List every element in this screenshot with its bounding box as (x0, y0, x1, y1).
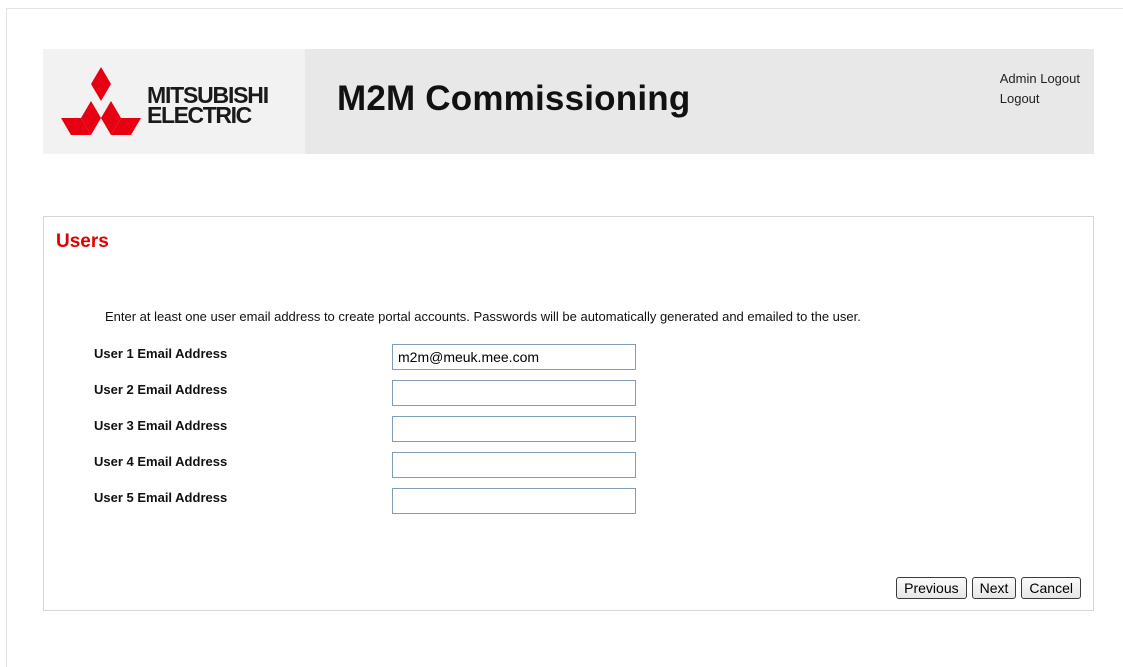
user-3-email-input[interactable] (392, 416, 636, 442)
user-3-label: User 3 Email Address (94, 418, 228, 433)
button-bar: Previous Next Cancel (891, 577, 1081, 599)
next-button[interactable]: Next (971, 577, 1017, 599)
three-diamonds-logo-icon (61, 67, 141, 135)
user-1-row: User 1 Email Address (94, 344, 654, 370)
user-2-label: User 2 Email Address (94, 382, 228, 397)
header-links: Admin Logout Logout (1000, 69, 1080, 109)
user-2-row: User 2 Email Address (94, 380, 654, 406)
user-5-row: User 5 Email Address (94, 488, 654, 514)
user-3-row: User 3 Email Address (94, 416, 654, 442)
company-logo: MITSUBISHI ELECTRIC (43, 49, 305, 154)
logout-link[interactable]: Logout (1000, 89, 1080, 109)
user-4-label: User 4 Email Address (94, 454, 228, 469)
header-banner: MITSUBISHI ELECTRIC M2M Commissioning Ad… (43, 49, 1094, 154)
previous-button[interactable]: Previous (896, 577, 967, 599)
cancel-button[interactable]: Cancel (1021, 577, 1081, 599)
user-1-label: User 1 Email Address (94, 346, 228, 361)
admin-logout-link[interactable]: Admin Logout (1000, 69, 1080, 89)
user-1-email-input[interactable] (392, 344, 636, 370)
user-5-email-input[interactable] (392, 488, 636, 514)
app-title: M2M Commissioning (337, 79, 691, 118)
logo-line-2: ELECTRIC (147, 102, 252, 128)
instructions-text: Enter at least one user email address to… (105, 309, 861, 324)
panel-title: Users (56, 231, 109, 252)
user-5-label: User 5 Email Address (94, 490, 228, 505)
user-2-email-input[interactable] (392, 380, 636, 406)
users-panel: Users Enter at least one user email addr… (43, 216, 1094, 611)
user-4-email-input[interactable] (392, 452, 636, 478)
user-4-row: User 4 Email Address (94, 452, 654, 478)
logo-wordmark: MITSUBISHI ELECTRIC (147, 84, 269, 128)
